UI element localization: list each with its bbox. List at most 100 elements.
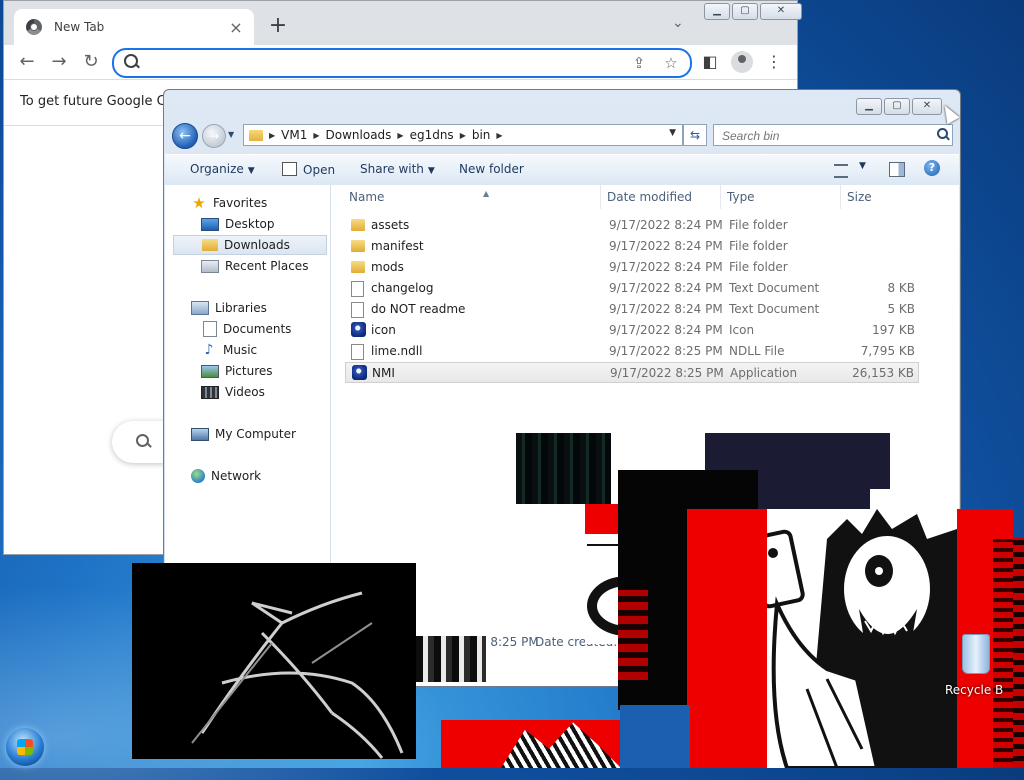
nav-favorites[interactable]: ★ Favorites: [165, 193, 353, 213]
column-header-name[interactable]: ▲ Name: [343, 185, 601, 209]
nav-label: Libraries: [215, 301, 267, 315]
file-date: 9/17/2022 8:24 PM: [609, 281, 723, 295]
videos-icon: [201, 385, 219, 399]
recycle-bin-icon[interactable]: [958, 630, 992, 674]
side-panel-icon[interactable]: ◧: [699, 51, 721, 73]
file-row[interactable]: lime.ndll 9/17/2022 8:25 PM NDLL File 7,795…: [345, 341, 919, 362]
breadcrumb-label: bin: [471, 128, 491, 142]
file-size: 5 KB: [887, 302, 915, 316]
recycle-bin-label: Recycle B: [945, 683, 1004, 697]
omnibox[interactable]: ⇪ ☆: [112, 48, 692, 78]
popup-image-bottom-red: [441, 720, 621, 768]
star-icon: ★: [192, 194, 206, 212]
breadcrumb-vm1[interactable]: ▶ VM1: [269, 128, 307, 142]
music-note-icon: ♪: [204, 342, 214, 358]
close-button[interactable]: ✕: [912, 98, 942, 115]
chevron-down-icon[interactable]: ▼: [859, 161, 866, 171]
file-name: do NOT readme: [371, 302, 466, 316]
start-button[interactable]: [6, 728, 44, 766]
file-row[interactable]: assets 9/17/2022 8:24 PM File folder: [345, 215, 919, 236]
profile-avatar-icon[interactable]: [731, 51, 753, 73]
search-box[interactable]: [713, 124, 953, 146]
popup-image-scribble: [132, 563, 416, 759]
folder-icon: [351, 261, 365, 273]
chrome-tab-new-tab[interactable]: New Tab ×: [14, 9, 254, 45]
column-header-size[interactable]: Size: [841, 185, 921, 209]
recent-pages-dropdown-icon[interactable]: ▼: [228, 130, 238, 139]
nav-libraries[interactable]: Libraries: [165, 298, 353, 318]
file-row[interactable]: do NOT readme 9/17/2022 8:24 PM Text Docum…: [345, 299, 919, 320]
libraries-icon: [191, 301, 209, 315]
chevron-right-icon: ▶: [459, 130, 466, 140]
breadcrumb-bin[interactable]: ▶ bin: [460, 128, 491, 142]
refresh-button[interactable]: ⇆: [683, 124, 707, 146]
organize-button[interactable]: Organize ▼: [190, 162, 255, 176]
file-size: 8 KB: [887, 281, 915, 295]
folder-icon: [351, 240, 365, 252]
back-button[interactable]: ←: [16, 51, 38, 73]
nav-network[interactable]: Network: [165, 466, 353, 486]
close-button[interactable]: ✕: [760, 3, 802, 20]
info-bar-text: To get future Google Chr: [20, 94, 180, 109]
nav-label: Documents: [223, 322, 292, 336]
minimize-button[interactable]: ▁: [856, 98, 882, 115]
file-date: 9/17/2022 8:24 PM: [609, 302, 723, 316]
breadcrumb-end[interactable]: ▶: [496, 131, 508, 140]
search-icon: [937, 128, 948, 139]
file-date: 9/17/2022 8:24 PM: [609, 218, 723, 232]
file-row[interactable]: NMI 9/17/2022 8:25 PM Application 26,153 KB: [345, 362, 919, 383]
sort-up-icon: ▲: [483, 189, 490, 198]
breadcrumb-eg1dns[interactable]: ▶ eg1dns: [397, 128, 453, 142]
file-size: 26,153 KB: [852, 366, 914, 380]
nav-label: Recent Places: [225, 259, 309, 273]
chrome-menu-icon[interactable]: ⋮: [763, 51, 785, 73]
file-size: 197 KB: [872, 323, 915, 337]
maximize-button[interactable]: ▢: [884, 98, 910, 115]
forward-button[interactable]: →: [48, 51, 70, 73]
share-with-button[interactable]: Share with ▼: [360, 162, 435, 176]
maximize-button[interactable]: ▢: [732, 3, 758, 20]
omnibox-input[interactable]: [144, 53, 628, 73]
nav-downloads[interactable]: Downloads: [173, 235, 327, 255]
breadcrumb-downloads[interactable]: ▶ Downloads: [313, 128, 391, 142]
new-folder-button[interactable]: New folder: [459, 162, 524, 176]
preview-pane-icon[interactable]: [889, 162, 905, 177]
search-input[interactable]: [720, 127, 924, 144]
tab-search-icon[interactable]: ⌄: [672, 15, 692, 31]
file-row[interactable]: manifest 9/17/2022 8:24 PM File folder: [345, 236, 919, 257]
nav-my-computer[interactable]: My Computer: [165, 424, 353, 444]
help-icon[interactable]: ?: [924, 160, 940, 176]
forward-button[interactable]: →: [202, 124, 226, 148]
view-options-icon[interactable]: [834, 164, 848, 178]
nav-label: Downloads: [224, 238, 290, 252]
bookmark-star-icon[interactable]: ☆: [662, 54, 680, 72]
pictures-icon: [201, 364, 219, 378]
file-row[interactable]: mods 9/17/2022 8:24 PM File folder: [345, 257, 919, 278]
address-dropdown-icon[interactable]: ▼: [669, 128, 676, 138]
explorer-window-controls: ▁ ▢ ✕: [856, 98, 942, 115]
chevron-right-icon: ▶: [269, 130, 276, 140]
chrome-toolbar: ← → ↻ ⇪ ☆ ◧ ⋮: [4, 45, 797, 80]
share-icon[interactable]: ⇪: [630, 54, 648, 72]
tab-close-icon[interactable]: ×: [226, 18, 246, 37]
back-button[interactable]: ←: [172, 123, 198, 149]
file-type: File folder: [729, 239, 788, 253]
recent-places-icon: [201, 259, 219, 273]
column-header-type[interactable]: Type: [721, 185, 841, 209]
popup-image-strip: [416, 636, 486, 682]
file-type: File folder: [729, 260, 788, 274]
open-button[interactable]: Open: [282, 162, 335, 177]
new-tab-button[interactable]: +: [266, 15, 290, 39]
minimize-button[interactable]: ▁: [704, 3, 730, 20]
file-name: icon: [371, 323, 396, 337]
file-name: manifest: [371, 239, 424, 253]
file-row[interactable]: icon 9/17/2022 8:24 PM Icon 197 KB: [345, 320, 919, 341]
reload-button[interactable]: ↻: [80, 51, 102, 73]
address-bar[interactable]: ▶ VM1 ▶ Downloads ▶ eg1dns ▶ bin ▶ ▼: [243, 124, 683, 146]
file-date: 9/17/2022 8:25 PM: [609, 344, 723, 358]
file-row[interactable]: changelog 9/17/2022 8:24 PM Text Document 8…: [345, 278, 919, 299]
file-type: Text Document: [729, 281, 820, 295]
folder-icon: [351, 219, 365, 231]
documents-icon: [203, 321, 217, 337]
column-header-date[interactable]: Date modified: [601, 185, 721, 209]
